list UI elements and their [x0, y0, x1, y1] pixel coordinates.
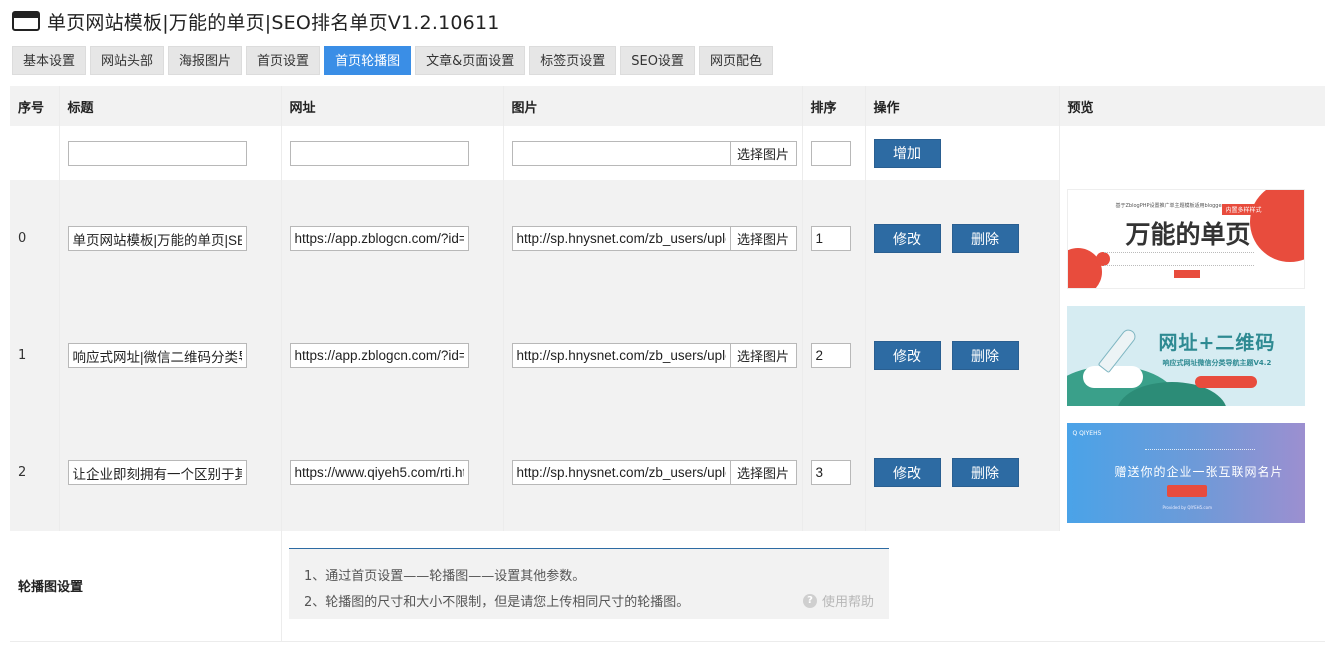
edit-button[interactable]: 修改 [873, 224, 941, 253]
tab-home-carousel[interactable]: 首页轮播图 [324, 46, 412, 75]
header-actions: 操作 [865, 86, 1060, 126]
tab-bar: 基本设置 网站头部 海报图片 首页设置 首页轮播图 文章&页面设置 标签页设置 … [12, 46, 773, 75]
new-image-group: 选择图片 [511, 140, 802, 166]
question-icon: ? [802, 593, 817, 608]
title-input[interactable] [67, 460, 247, 485]
row-index: 0 [10, 180, 60, 297]
preview-headline: 万能的单页 [1125, 219, 1251, 249]
sort-input[interactable] [810, 226, 851, 251]
preview-image: 基于ZblogPHP设置推广单主题模板适用blogger 内置多样样式 万能的单… [1066, 188, 1305, 289]
delete-button[interactable]: 删除 [951, 224, 1019, 253]
url-input[interactable] [289, 460, 469, 485]
tab-page-colors[interactable]: 网页配色 [698, 46, 773, 75]
new-preview-cell [1059, 126, 1325, 180]
title-input[interactable] [67, 343, 247, 368]
new-pick-image-button[interactable]: 选择图片 [729, 140, 797, 166]
pick-image-button[interactable]: 选择图片 [729, 343, 797, 368]
image-url-input[interactable] [511, 226, 730, 251]
new-slide-row: 选择图片 增加 [10, 126, 1325, 180]
edit-button[interactable]: 修改 [873, 458, 941, 487]
header-preview: 预览 [1059, 86, 1325, 126]
url-input[interactable] [289, 226, 469, 251]
url-input[interactable] [289, 343, 469, 368]
page-title: 单页网站模板|万能的单页|SEO排名单页V1.2.10611 [47, 11, 500, 34]
table-row: 2 选择图片 修改删除 Q QIYEH5 [10, 414, 1325, 531]
image-group: 选择图片 [511, 226, 802, 251]
window-icon [12, 11, 40, 31]
tab-basic-settings[interactable]: 基本设置 [12, 46, 87, 75]
preview-headline: 赠送你的企业一张互联网名片 [1114, 464, 1284, 479]
page-header: 单页网站模板|万能的单页|SEO排名单页V1.2.10611 [12, 8, 500, 34]
image-group: 选择图片 [511, 343, 802, 368]
tab-site-header[interactable]: 网站头部 [90, 46, 165, 75]
tab-home-settings[interactable]: 首页设置 [246, 46, 321, 75]
notice-line-1: 1、通过首页设置——轮播图——设置其他参数。 [304, 569, 586, 584]
preview-image: Q QIYEH5 赠送你的企业一张互联网名片 Provided by QIYEH… [1066, 422, 1305, 523]
header-index: 序号 [10, 86, 60, 126]
tab-tag-page-settings[interactable]: 标签页设置 [529, 46, 617, 75]
notice-line-2: 2、轮播图的尺寸和大小不限制，但是请您上传相同尺寸的轮播图。 [304, 595, 690, 610]
settings-notice: 1、通过首页设置——轮播图——设置其他参数。 2、轮播图的尺寸和大小不限制，但是… [289, 548, 889, 619]
tab-seo-settings[interactable]: SEO设置 [620, 46, 695, 75]
preview-headline: 网址+二维码 [1158, 331, 1276, 354]
image-url-input[interactable] [511, 460, 730, 485]
table-row: 0 选择图片 修改删除 [10, 180, 1325, 297]
table-row: 1 选择图片 修改删除 [10, 297, 1325, 414]
carousel-settings-label: 轮播图设置 [10, 531, 282, 642]
sort-input[interactable] [810, 460, 851, 485]
delete-button[interactable]: 删除 [951, 341, 1019, 370]
pick-image-button[interactable]: 选择图片 [729, 226, 797, 251]
preview-subtitle: 响应式网址微信分类导航主题V4.2 [1162, 358, 1272, 367]
header-title: 标题 [59, 86, 282, 126]
image-url-input[interactable] [511, 343, 730, 368]
new-image-input[interactable] [511, 140, 730, 166]
preview-logo: Q QIYEH5 [1072, 429, 1102, 437]
edit-button[interactable]: 修改 [873, 341, 941, 370]
new-url-input[interactable] [289, 140, 469, 166]
row-index: 1 [10, 297, 60, 414]
new-index-cell [10, 126, 60, 180]
pick-image-button[interactable]: 选择图片 [729, 460, 797, 485]
help-label: 使用帮助 [821, 595, 874, 610]
preview-footer-text: Provided by QIYEH5.com [1162, 504, 1212, 510]
title-input[interactable] [67, 226, 247, 251]
new-sort-input[interactable] [810, 140, 851, 166]
new-title-input[interactable] [67, 140, 247, 166]
table-header-row: 序号 标题 网址 图片 排序 操作 预览 [10, 86, 1325, 126]
tab-article-page-settings[interactable]: 文章&页面设置 [415, 46, 526, 75]
tab-poster-images[interactable]: 海报图片 [168, 46, 243, 75]
header-sort: 排序 [802, 86, 866, 126]
sort-input[interactable] [810, 343, 851, 368]
add-button[interactable]: 增加 [873, 138, 941, 168]
preview-small-text: 基于ZblogPHP设置推广单主题模板适用blogger [1115, 202, 1224, 209]
preview-image: 网址+二维码 响应式网址微信分类导航主题V4.2 [1066, 305, 1305, 406]
help-link[interactable]: ? 使用帮助 [802, 591, 874, 610]
header-image: 图片 [503, 86, 803, 126]
row-index: 2 [10, 414, 60, 531]
header-url: 网址 [281, 86, 504, 126]
image-group: 选择图片 [511, 460, 802, 485]
delete-button[interactable]: 删除 [951, 458, 1019, 487]
preview-tag: 内置多样样式 [1221, 203, 1266, 215]
